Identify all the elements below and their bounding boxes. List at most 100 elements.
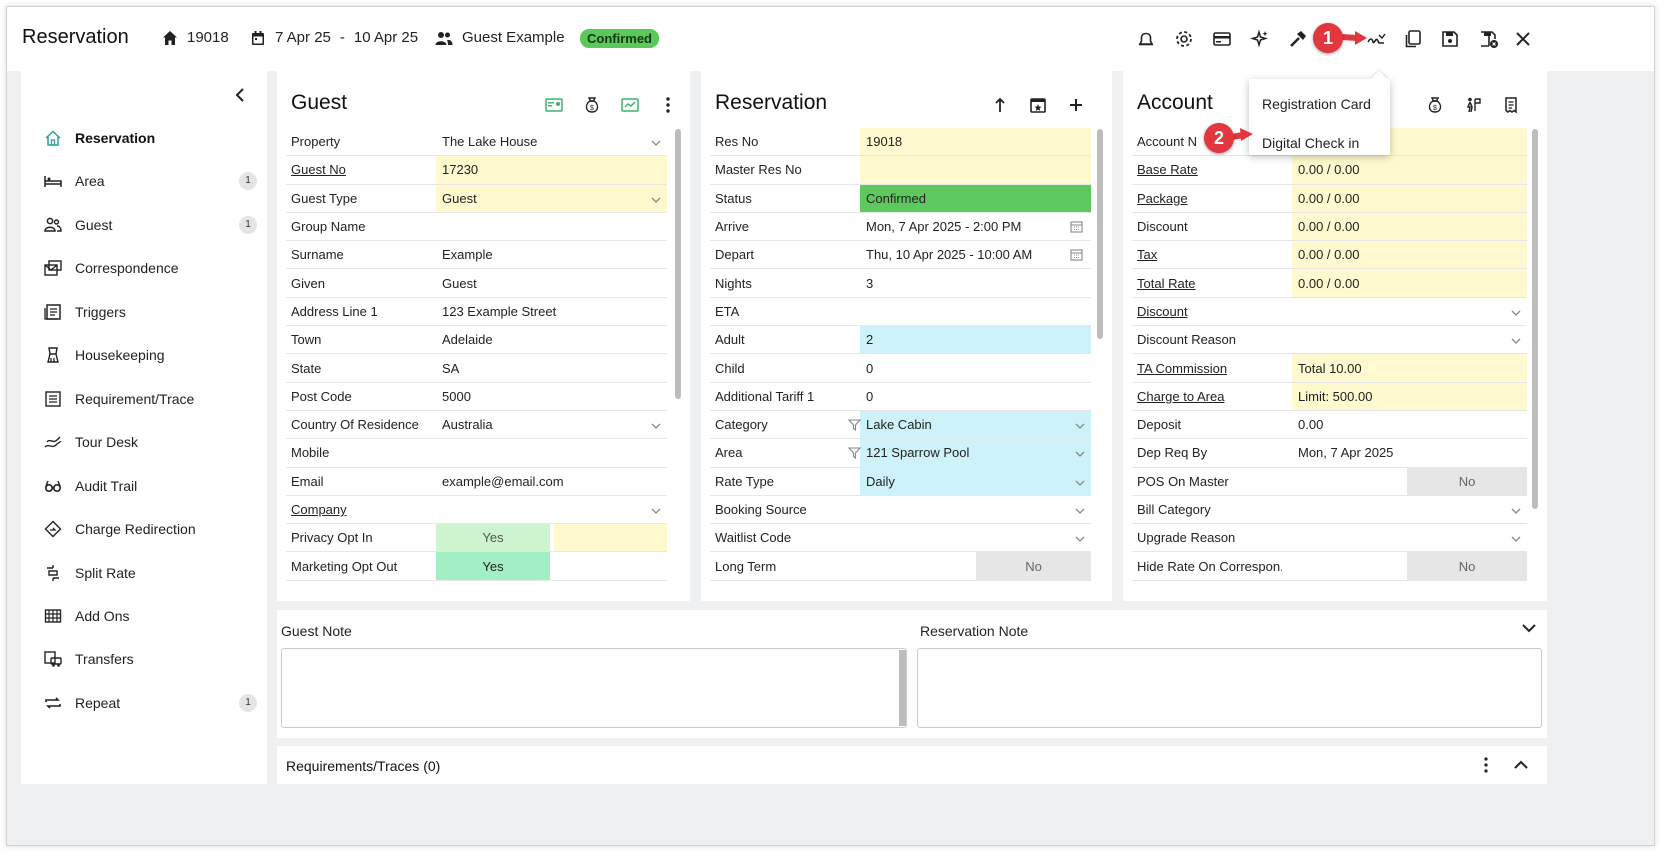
field-value[interactable]: No [1407,552,1527,580]
chevron-down-icon[interactable] [1511,504,1521,514]
field-value[interactable]: 3 [860,269,1091,296]
field-value[interactable]: 0.00 [1292,411,1527,438]
guest-note-scrollbar[interactable] [899,650,906,726]
field-value[interactable] [860,524,1091,551]
field-value[interactable]: Example [436,241,667,268]
calendar-icon[interactable] [1070,220,1083,236]
reservation-note-input[interactable] [917,648,1542,728]
sidebar-item-requirement-trace[interactable]: Requirement/Trace [43,384,257,414]
field-value[interactable]: Guest [436,184,667,212]
close-icon[interactable] [1511,27,1535,51]
field-value[interactable]: 5000 [436,383,667,410]
field-value[interactable]: The Lake House [436,128,667,155]
field-value[interactable]: Australia [436,411,667,438]
field-value[interactable]: example@email.com [436,468,667,495]
field-value[interactable]: 0.00 / 0.00 [1292,212,1527,241]
field-value[interactable] [860,298,1091,325]
sidebar-item-split-rate[interactable]: Split Rate [43,558,257,588]
chevron-down-icon[interactable] [651,419,661,429]
calendar-icon[interactable] [1070,248,1083,264]
field-value[interactable] [1292,298,1527,325]
field-label[interactable]: Guest No [286,162,436,177]
field-value[interactable] [1292,326,1527,353]
tools-icon[interactable] [1286,27,1310,51]
save-close-icon[interactable] [1477,27,1501,51]
field-label[interactable]: Company [286,502,436,517]
field-value[interactable]: 0 [860,354,1091,381]
money-bag-icon[interactable]: $ [1423,93,1447,117]
sidebar-item-transfers[interactable]: Transfers [43,644,257,674]
field-value[interactable]: No [1407,467,1527,495]
field-label[interactable]: Total Rate [1132,276,1282,291]
reservation-scrollbar[interactable] [1097,129,1103,339]
field-value[interactable]: Yes [436,552,550,580]
field-value[interactable]: 0.00 / 0.00 [1292,156,1527,184]
field-value[interactable] [436,496,667,523]
field-value[interactable]: 17230 [436,156,667,184]
chevron-down-icon[interactable] [1511,532,1521,543]
chevron-down-icon[interactable] [1075,504,1085,514]
more-vertical-icon[interactable] [1483,756,1489,777]
sidebar-item-housekeeping[interactable]: Housekeeping [43,340,257,370]
person-flag-icon[interactable] [1461,93,1485,117]
sidebar-item-guest[interactable]: Guest 1 [43,210,257,240]
upload-icon[interactable] [988,93,1012,117]
field-value[interactable] [1292,524,1527,551]
chevron-up-icon[interactable] [1513,759,1529,774]
field-value[interactable]: Total 10.00 [1292,354,1527,382]
field-value[interactable]: 19018 [860,128,1091,156]
field-value[interactable] [436,213,667,240]
account-scrollbar[interactable] [1532,129,1538,509]
guest-scrollbar[interactable] [675,129,681,399]
field-label[interactable]: TA Commission [1132,361,1282,376]
chevron-down-icon[interactable] [651,504,661,514]
guest-history-icon[interactable] [618,93,642,117]
field-label[interactable]: Package [1132,191,1282,206]
field-value[interactable]: Confirmed [860,184,1091,212]
field-value[interactable]: Limit: 500.00 [1292,382,1527,410]
chevron-down-icon[interactable] [1075,447,1085,458]
field-value[interactable]: Mon, 7 Apr 2025 - 2:00 PM [860,213,1091,240]
chevron-down-icon[interactable] [651,136,661,146]
checkin-icon[interactable] [1364,27,1388,51]
menu-item-registration-card[interactable]: Registration Card [1262,96,1371,112]
save-icon[interactable] [1438,27,1462,51]
field-label[interactable]: Base Rate [1132,162,1282,177]
chevron-down-icon[interactable] [1075,476,1085,486]
add-icon[interactable] [1064,93,1088,117]
chevron-left-icon[interactable] [234,87,246,108]
field-value[interactable]: Daily [860,467,1091,495]
sidebar-item-repeat[interactable]: Repeat 1 [43,688,257,718]
copy-icon[interactable] [1401,27,1425,51]
field-value[interactable]: Thu, 10 Apr 2025 - 10:00 AM [860,241,1091,268]
sidebar-item-reservation[interactable]: Reservation [43,123,257,153]
chevron-down-icon[interactable] [1511,306,1521,316]
more-vertical-icon[interactable] [656,93,680,117]
field-value[interactable]: 0 [860,383,1091,410]
field-value[interactable] [1292,496,1527,523]
card-icon[interactable] [1210,27,1234,51]
field-label[interactable]: Tax [1132,247,1282,262]
sidebar-item-tour-desk[interactable]: Tour Desk [43,427,257,457]
guest-note-input[interactable] [281,648,907,728]
field-value[interactable]: Guest [436,269,667,296]
field-value[interactable]: Mon, 7 Apr 2025 [1292,439,1527,466]
field-label[interactable]: Charge to Area [1132,389,1282,404]
field-value[interactable]: Adelaide [436,326,667,353]
settings-icon[interactable] [1172,27,1196,51]
filter-icon[interactable] [847,446,862,462]
field-value[interactable]: 2 [860,326,1091,354]
field-value[interactable]: 123 Example Street [436,298,667,325]
field-value[interactable] [860,156,1091,184]
sidebar-item-audit-trail[interactable]: Audit Trail [43,471,257,501]
field-value[interactable] [860,496,1091,523]
field-value[interactable]: No [976,552,1091,580]
money-bag-icon[interactable]: $ [580,93,604,117]
field-value[interactable]: 0.00 / 0.00 [1292,184,1527,212]
chevron-down-icon[interactable] [1521,622,1537,637]
chevron-down-icon[interactable] [651,193,661,203]
field-value[interactable]: Lake Cabin [860,410,1091,439]
field-label[interactable]: Discount [1132,304,1282,319]
chevron-down-icon[interactable] [1075,532,1085,543]
field-value[interactable]: 121 Sparrow Pool [860,439,1091,467]
